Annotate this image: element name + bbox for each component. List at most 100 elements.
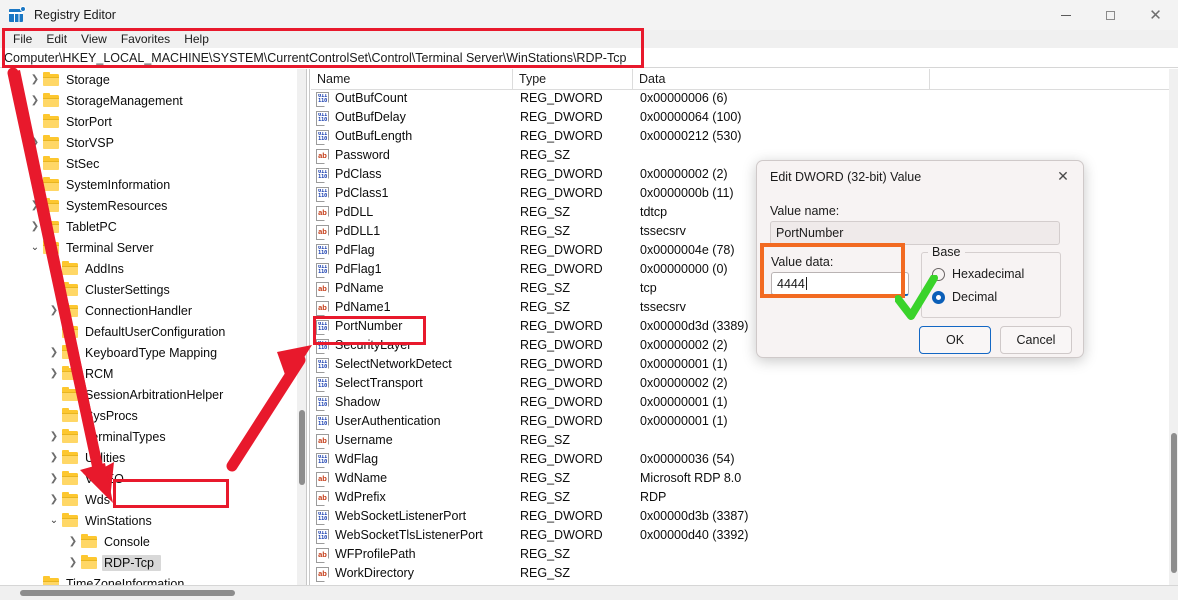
- chevron-right-icon[interactable]: ❯: [46, 494, 62, 505]
- values-scrollbar-thumb[interactable]: [1170, 433, 1177, 573]
- table-row[interactable]: ab WorkDirectory REG_SZ: [311, 565, 1169, 584]
- tree-item-terminal-server[interactable]: ⌄ Terminal Server: [0, 237, 297, 258]
- value-type: REG_SZ: [520, 490, 571, 504]
- cancel-button[interactable]: Cancel: [1000, 326, 1072, 354]
- tree-item-rcm[interactable]: ❯ RCM: [0, 363, 297, 384]
- tree-item-console[interactable]: ❯ Console: [0, 531, 297, 552]
- column-header-type[interactable]: Type: [513, 69, 633, 90]
- tree-item-stsec[interactable]: ❯ StSec: [0, 153, 297, 174]
- tree-item-connectionhandler[interactable]: ❯ ConnectionHandler: [0, 300, 297, 321]
- tree-vertical-scrollbar[interactable]: [297, 69, 306, 585]
- menu-edit[interactable]: Edit: [39, 30, 74, 48]
- column-header-name[interactable]: Name: [311, 69, 513, 90]
- value-data-input[interactable]: 4444: [771, 272, 909, 296]
- value-name: PdFlag1: [335, 262, 382, 276]
- tree-item-systemresources[interactable]: ❯ SystemResources: [0, 195, 297, 216]
- chevron-right-icon[interactable]: ❯: [46, 431, 62, 442]
- tree-item-winstations[interactable]: ⌄ WinStations: [0, 510, 297, 531]
- close-button[interactable]: ✕: [1133, 0, 1178, 30]
- tree-item-sysprocs[interactable]: SysProcs: [0, 405, 297, 426]
- tree-horizontal-scrollbar-thumb[interactable]: [20, 590, 235, 596]
- tree-item-label: SessionArbitrationHelper: [85, 387, 224, 402]
- chevron-right-icon[interactable]: ❯: [65, 557, 81, 568]
- value-data-label: Value data:: [771, 255, 834, 269]
- value-type: REG_SZ: [520, 433, 571, 447]
- column-header-data[interactable]: Data: [633, 69, 930, 90]
- tree-item-defaultuserconfiguration[interactable]: DefaultUserConfiguration: [0, 321, 297, 342]
- table-row[interactable]: ab WdPrefix REG_SZ RDP: [311, 489, 1169, 508]
- value-type: REG_SZ: [520, 471, 571, 485]
- value-name: OutBufLength: [335, 129, 413, 143]
- tree-item-systeminformation[interactable]: SystemInformation: [0, 174, 297, 195]
- table-row[interactable]: 011 110 WebSocketListenerPort REG_DWORD 0x00…: [311, 508, 1169, 527]
- address-bar[interactable]: Computer\HKEY_LOCAL_MACHINE\SYSTEM\Curre…: [0, 48, 1178, 68]
- table-row[interactable]: 011 110 Shadow REG_DWORD 0x00000001 (1): [311, 394, 1169, 413]
- tree-item-label: RDP-Tcp: [102, 554, 162, 571]
- table-row[interactable]: ab Username REG_SZ: [311, 432, 1169, 451]
- tree-item-rdp-tcp[interactable]: ❯ RDP-Tcp: [0, 552, 297, 573]
- chevron-right-icon[interactable]: ❯: [27, 95, 43, 106]
- registry-tree[interactable]: ❯ Storage ❯ StorageManagement StorPort ❯ StorV…: [0, 69, 297, 585]
- table-row[interactable]: 011 110 SelectNetworkDetect REG_DWORD 0x0000…: [311, 356, 1169, 375]
- table-row[interactable]: 011 110 WebSocketTlsListenerPort REG_DWORD 0…: [311, 527, 1169, 546]
- chevron-right-icon[interactable]: ❯: [46, 452, 62, 463]
- chevron-right-icon[interactable]: ❯: [27, 158, 43, 169]
- chevron-right-icon[interactable]: ❯: [46, 347, 62, 358]
- tree-item-video[interactable]: ❯ VIDEO: [0, 468, 297, 489]
- table-row[interactable]: 011 110 WdFlag REG_DWORD 0x00000036 (54): [311, 451, 1169, 470]
- radio-decimal[interactable]: Decimal: [932, 290, 997, 304]
- ok-button[interactable]: OK: [919, 326, 991, 354]
- tree-item-timezoneinformation[interactable]: TimeZoneInformation: [0, 573, 297, 585]
- tree-item-keyboardtype-mapping[interactable]: ❯ KeyboardType Mapping: [0, 342, 297, 363]
- menu-view[interactable]: View: [74, 30, 114, 48]
- table-row[interactable]: 011 110 SelectTransport REG_DWORD 0x00000002…: [311, 375, 1169, 394]
- radio-hexadecimal[interactable]: Hexadecimal: [932, 267, 1024, 281]
- chevron-down-icon[interactable]: ⌄: [27, 242, 43, 253]
- tree-scrollbar-thumb[interactable]: [298, 410, 305, 485]
- tree-item-terminaltypes[interactable]: ❯ TerminalTypes: [0, 426, 297, 447]
- tree-item-utilities[interactable]: ❯ Utilities: [0, 447, 297, 468]
- tree-item-clustersettings[interactable]: ClusterSettings: [0, 279, 297, 300]
- tree-item-wds[interactable]: ❯ Wds: [0, 489, 297, 510]
- table-row[interactable]: 011 110 OutBufLength REG_DWORD 0x00000212 (5…: [311, 128, 1169, 147]
- chevron-right-icon[interactable]: ❯: [46, 473, 62, 484]
- tree-item-storagemanagement[interactable]: ❯ StorageManagement: [0, 90, 297, 111]
- chevron-right-icon[interactable]: ❯: [46, 368, 62, 379]
- tree-item-addins[interactable]: ❯ AddIns: [0, 258, 297, 279]
- tree-item-label: SystemResources: [66, 198, 168, 213]
- chevron-right-icon[interactable]: ❯: [27, 200, 43, 211]
- pane-splitter[interactable]: [306, 69, 310, 585]
- table-row[interactable]: ab WdName REG_SZ Microsoft RDP 8.0: [311, 470, 1169, 489]
- chevron-right-icon[interactable]: ❯: [27, 74, 43, 85]
- chevron-right-icon[interactable]: ❯: [65, 536, 81, 547]
- menu-help[interactable]: Help: [177, 30, 216, 48]
- table-row[interactable]: ab WFProfilePath REG_SZ: [311, 546, 1169, 565]
- string-icon: ab: [316, 282, 331, 297]
- tree-item-tabletpc[interactable]: ❯ TabletPC: [0, 216, 297, 237]
- tree-item-label: AddIns: [85, 261, 124, 276]
- chevron-right-icon[interactable]: ❯: [46, 263, 62, 274]
- chevron-right-icon[interactable]: ❯: [46, 305, 62, 316]
- maximize-button[interactable]: [1088, 0, 1133, 30]
- tree-item-storport[interactable]: StorPort: [0, 111, 297, 132]
- table-row[interactable]: 011 110 UserAuthentication REG_DWORD 0x00000…: [311, 413, 1169, 432]
- tree-item-storvsp[interactable]: ❯ StorVSP: [0, 132, 297, 153]
- table-row[interactable]: 011 110 OutBufCount REG_DWORD 0x00000006 (6): [311, 90, 1169, 109]
- value-name-input[interactable]: PortNumber: [770, 221, 1060, 245]
- table-row[interactable]: 011 110 OutBufDelay REG_DWORD 0x00000064 (10…: [311, 109, 1169, 128]
- dword-icon: 011 110: [316, 529, 331, 544]
- menu-file[interactable]: File: [6, 30, 39, 48]
- tree-item-sessionarbitrationhelper[interactable]: SessionArbitrationHelper: [0, 384, 297, 405]
- chevron-right-icon[interactable]: ❯: [27, 221, 43, 232]
- menu-favorites[interactable]: Favorites: [114, 30, 177, 48]
- folder-icon: [43, 576, 59, 585]
- folder-icon: [62, 513, 78, 527]
- chevron-down-icon[interactable]: ⌄: [46, 515, 62, 526]
- dialog-close-button[interactable]: ✕: [1043, 161, 1083, 193]
- chevron-right-icon[interactable]: ❯: [27, 137, 43, 148]
- value-name: WdPrefix: [335, 490, 386, 504]
- tree-item-label: VIDEO: [85, 471, 124, 486]
- minimize-button[interactable]: [1043, 0, 1088, 30]
- tree-item-storage[interactable]: ❯ Storage: [0, 69, 297, 90]
- values-vertical-scrollbar[interactable]: [1169, 69, 1178, 585]
